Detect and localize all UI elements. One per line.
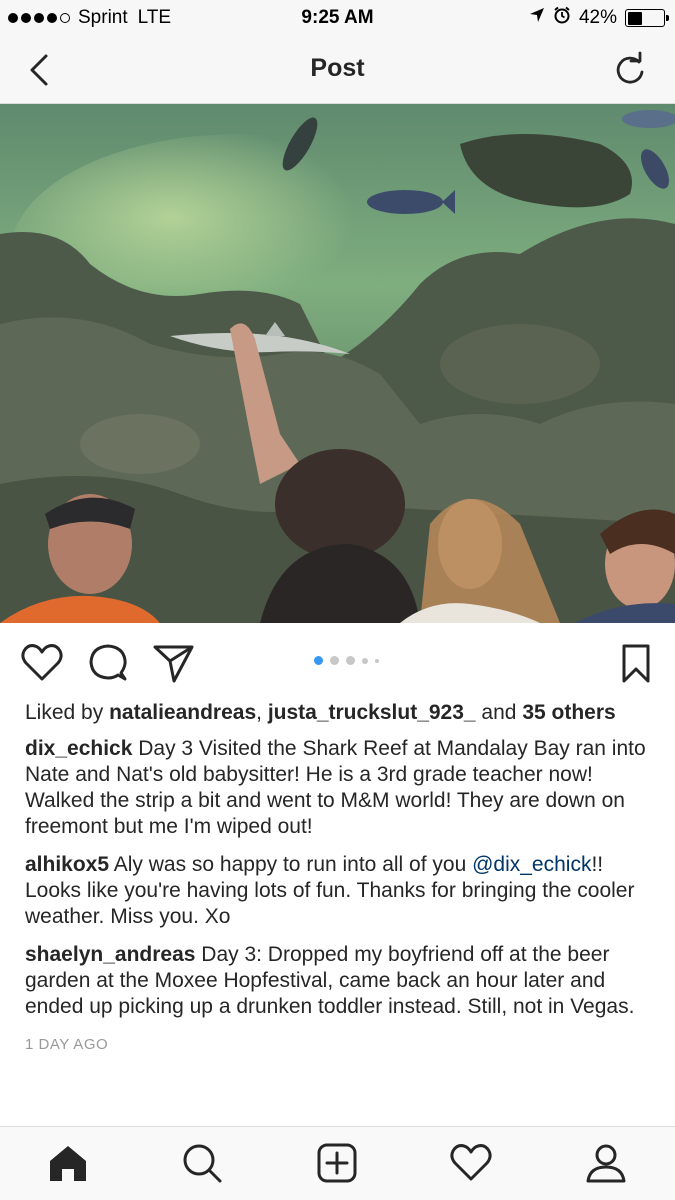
aquarium-photo [0, 104, 675, 623]
heart-icon [21, 644, 63, 681]
refresh-button[interactable] [609, 50, 649, 90]
add-post-icon [317, 1143, 357, 1183]
likes-and: and [475, 701, 523, 724]
post-timestamp: 1 DAY AGO [25, 1036, 109, 1053]
tab-home[interactable] [46, 1141, 90, 1185]
activity-heart-icon [450, 1144, 492, 1181]
battery-icon [625, 9, 669, 27]
caption: dix_echick Day 3 Visited the Shark Reef … [25, 736, 655, 840]
tab-profile[interactable] [584, 1141, 628, 1185]
battery-level [627, 11, 643, 25]
like-button[interactable] [20, 641, 64, 685]
tab-activity[interactable] [449, 1141, 493, 1185]
comment-button[interactable] [86, 641, 130, 685]
share-icon [153, 645, 194, 683]
carousel-dot [346, 656, 355, 665]
tab-search[interactable] [180, 1141, 224, 1185]
comment: shaelyn_andreas Day 3: Dropped my boyfri… [25, 942, 655, 1020]
liker-link[interactable]: justa_truckslut_923_ [268, 701, 476, 724]
mention-link[interactable]: @dix_echick [472, 853, 591, 876]
post-photo[interactable] [0, 104, 675, 623]
tab-bar [0, 1126, 675, 1200]
profile-icon [586, 1144, 626, 1183]
carousel-indicator [314, 656, 379, 665]
comment-icon [89, 644, 127, 681]
liker-link[interactable]: natalieandreas [109, 701, 256, 724]
likes-count-link[interactable]: 35 others [522, 701, 615, 724]
carousel-dot [375, 658, 379, 663]
carousel-dot [330, 656, 339, 665]
location-arrow-icon [529, 7, 545, 29]
likes-separator: , [256, 701, 268, 724]
nav-bar: Post [0, 36, 675, 104]
tab-add-post[interactable] [315, 1141, 359, 1185]
comment-username[interactable]: alhikox5 [25, 853, 109, 876]
status-bar: Sprint LTE 9:25 AM 42% [0, 0, 675, 36]
page-title: Post [310, 54, 365, 82]
battery-percent: 42% [578, 7, 617, 28]
alarm-icon [553, 6, 571, 30]
home-icon [50, 1146, 86, 1181]
refresh-icon [616, 51, 644, 84]
comment-username[interactable]: dix_echick [25, 737, 132, 760]
save-button[interactable] [614, 641, 658, 685]
likes-summary: Liked by natalieandreas, justa_truckslut… [25, 700, 655, 726]
search-icon [183, 1144, 222, 1183]
likes-count: 35 [522, 701, 546, 724]
share-button[interactable] [152, 641, 196, 685]
bookmark-icon [622, 644, 650, 683]
comment-text: Aly was so happy to run into all of you [109, 853, 473, 876]
comment: alhikox5 Aly was so happy to run into al… [25, 852, 655, 930]
carousel-dot [314, 656, 323, 665]
post-content: Liked by natalieandreas, justa_truckslut… [25, 700, 655, 1058]
likes-prefix: Liked by [25, 701, 110, 724]
likes-others: others [551, 701, 616, 724]
carousel-dot [362, 657, 368, 664]
comment-username[interactable]: shaelyn_andreas [25, 943, 195, 966]
status-right: 42% [529, 6, 669, 30]
